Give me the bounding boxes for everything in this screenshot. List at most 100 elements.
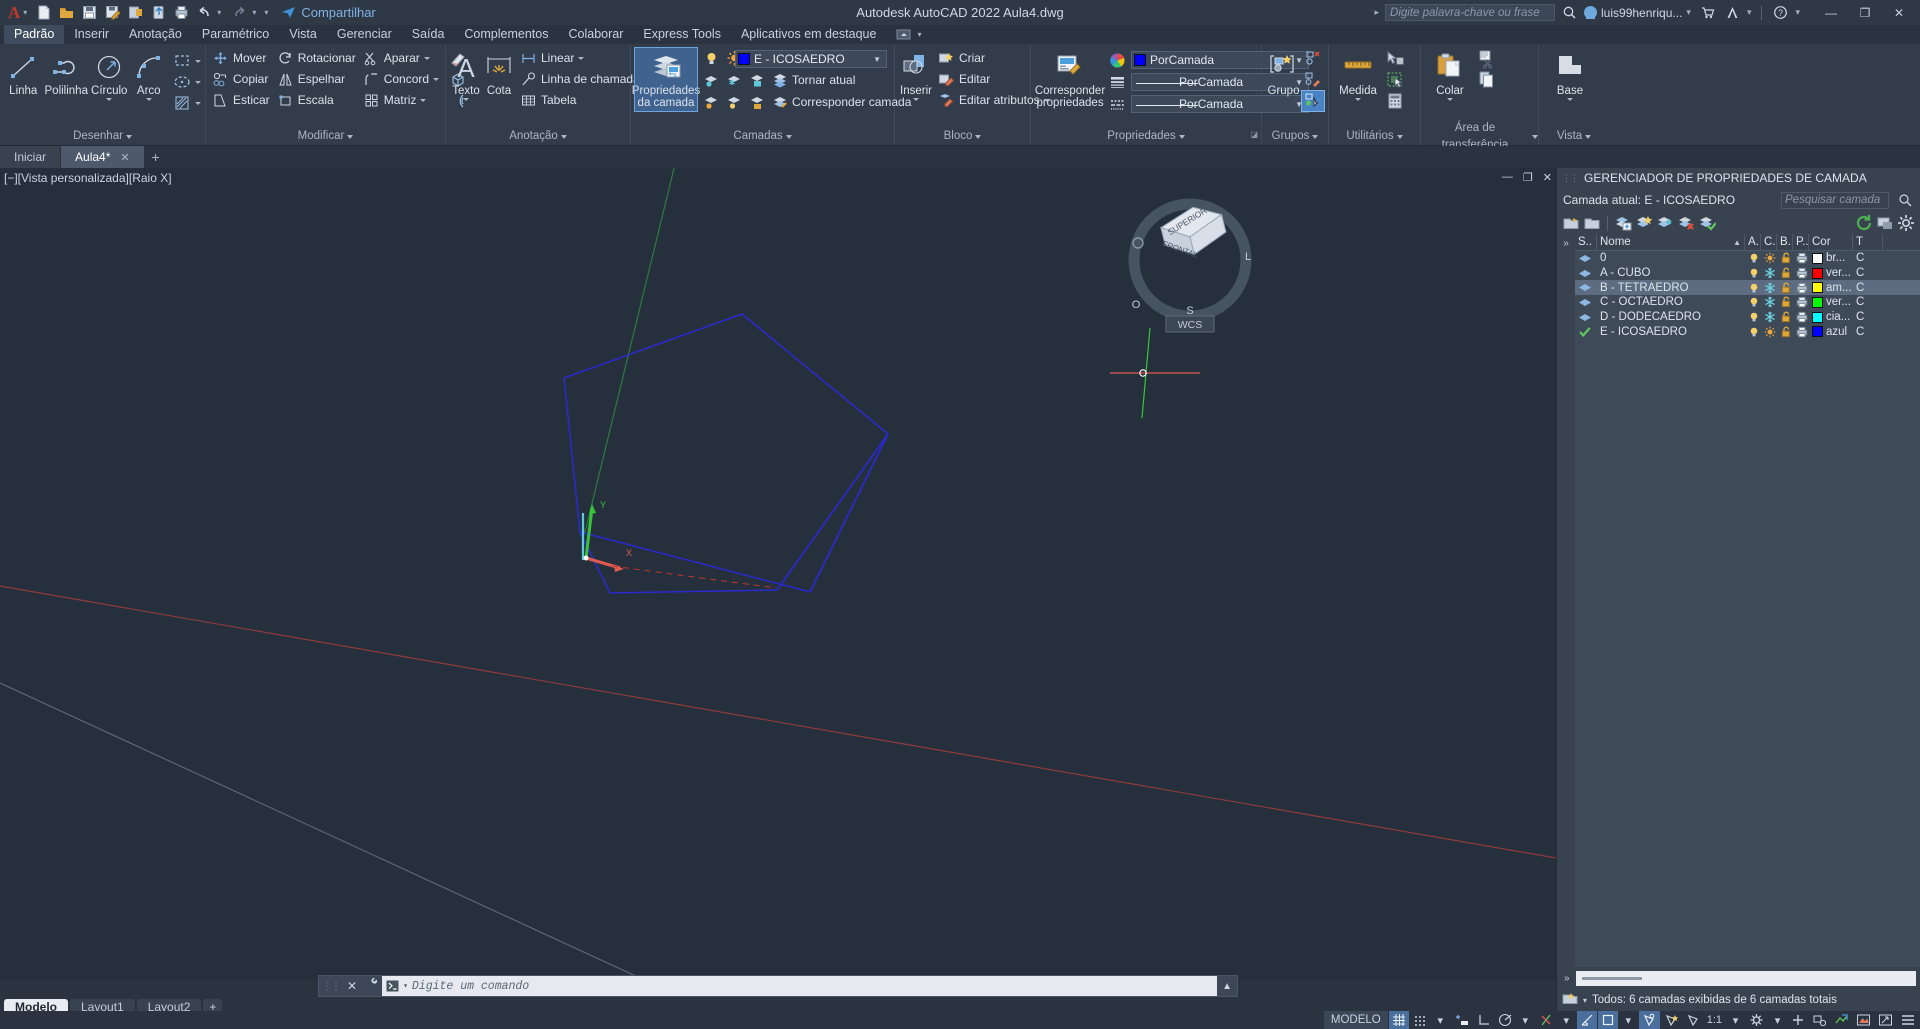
chevron-down-icon[interactable]: [1567, 98, 1573, 101]
chevron-down-icon[interactable]: ▾: [1686, 7, 1691, 18]
layer-freeze-icon[interactable]: [1761, 251, 1777, 266]
base-view-button[interactable]: Base: [1543, 48, 1597, 103]
copy-clip-icon[interactable]: [1476, 70, 1498, 90]
layer-plot-icon[interactable]: [1793, 324, 1809, 339]
layer-row[interactable]: E - ICOSAEDRO azul C: [1575, 324, 1920, 339]
layer-on-icon[interactable]: [1745, 295, 1761, 310]
application-menu-button[interactable]: A: [0, 3, 23, 23]
layer-linetype-cell[interactable]: C: [1853, 266, 1883, 281]
ribbon-tab-param-trico[interactable]: Paramétrico: [192, 25, 279, 44]
chevron-down-icon[interactable]: [420, 98, 427, 102]
redo-caret-icon[interactable]: ▾: [252, 8, 256, 17]
open-from-web-icon[interactable]: [148, 2, 169, 23]
layer-plot-icon[interactable]: [1793, 295, 1809, 310]
hatch-icon[interactable]: [171, 93, 193, 113]
calculator-icon[interactable]: [1384, 91, 1406, 111]
refresh-button[interactable]: [1854, 214, 1873, 233]
clean-screen-icon[interactable]: [1831, 1011, 1852, 1029]
layer-row[interactable]: D - DODECAEDRO cia... C: [1575, 310, 1920, 325]
rotate-button[interactable]: Rotacionar: [275, 48, 360, 68]
app-menu-caret-icon[interactable]: ▾: [23, 8, 27, 17]
undo-caret-icon[interactable]: ▾: [217, 8, 221, 17]
osnap-toggle[interactable]: [1536, 1011, 1556, 1029]
command-expand-icon[interactable]: ▲: [1217, 981, 1237, 992]
ribbon-tab-anota-o[interactable]: Anotação: [119, 25, 192, 44]
panel-title-desenhar[interactable]: Desenhar: [0, 128, 205, 145]
insert-block-button[interactable]: Inserir: [899, 48, 933, 103]
layer-freeze-icon[interactable]: [723, 70, 745, 90]
horizontal-scrollbar[interactable]: [1575, 970, 1916, 986]
dimension-button[interactable]: Cota: [483, 48, 515, 99]
command-history-caret-icon[interactable]: ▾: [403, 981, 408, 991]
collapse-filter-tree-icon[interactable]: »: [1561, 973, 1573, 984]
chevron-down-icon[interactable]: [194, 101, 201, 105]
chevron-down-icon[interactable]: [1532, 134, 1538, 139]
group-button[interactable]: Grupo: [1266, 48, 1301, 99]
ribbon-tab-complementos[interactable]: Complementos: [454, 25, 558, 44]
rectangle-icon[interactable]: [171, 51, 193, 71]
layer-name[interactable]: B - TETRAEDRO: [1597, 280, 1745, 295]
customization-menu-icon[interactable]: [1897, 1011, 1918, 1029]
help-icon[interactable]: ?: [1770, 2, 1791, 23]
annotation-scale[interactable]: 1:1: [1704, 1011, 1725, 1029]
new-group-filter-button[interactable]: [1583, 214, 1602, 233]
layer-lock-icon[interactable]: [1777, 310, 1793, 325]
measure-button[interactable]: Medida: [1333, 48, 1383, 103]
units-icon[interactable]: [1853, 1011, 1874, 1029]
layer-freeze-icon[interactable]: [1761, 266, 1777, 281]
ribbon-tab-vista[interactable]: Vista: [279, 25, 327, 44]
infer-constraints-toggle[interactable]: [1451, 1011, 1473, 1029]
share-button[interactable]: Compartilhar: [281, 5, 376, 20]
ribbon-tab-gerenciar[interactable]: Gerenciar: [327, 25, 402, 44]
chevron-down-icon[interactable]: [1312, 134, 1319, 139]
command-input[interactable]: ▾ Digite um comando: [382, 976, 1218, 996]
chevron-down-icon[interactable]: [785, 134, 792, 139]
layer-off-icon[interactable]: [700, 92, 722, 112]
layer-linetype-cell[interactable]: C: [1853, 295, 1883, 310]
circle-button[interactable]: Círculo: [90, 48, 129, 103]
panel-title-clipboard[interactable]: Área de transferência: [1421, 122, 1538, 151]
move-button[interactable]: Mover: [210, 48, 274, 68]
view-cube[interactable]: O L S SUPERIOR FRONTAL WCS: [1108, 188, 1268, 368]
selection-cycling-toggle[interactable]: [1661, 1011, 1682, 1029]
layer-lock-icon[interactable]: [1777, 280, 1793, 295]
dyn-ucs-toggle[interactable]: [1638, 1011, 1660, 1029]
annotation-visibility-toggle[interactable]: [1683, 1011, 1703, 1029]
layer-status-icon[interactable]: [1575, 324, 1597, 339]
chevron-down-icon[interactable]: [975, 134, 982, 139]
panel-title-utilitarios[interactable]: Utilitários: [1329, 128, 1420, 145]
ribbon-display-options[interactable]: ▾: [894, 28, 921, 41]
qat-customize-icon[interactable]: ▾: [264, 8, 268, 17]
layer-name[interactable]: D - DODECAEDRO: [1597, 310, 1745, 325]
quick-select-icon[interactable]: [1384, 49, 1406, 69]
filter-tree-collapsed[interactable]: »: [1557, 234, 1575, 967]
undo-icon[interactable]: [194, 2, 215, 23]
layer-lock-icon[interactable]: [1777, 295, 1793, 310]
new-property-filter-button[interactable]: [1562, 214, 1581, 233]
layer-row[interactable]: A - CUBO ver... C: [1575, 266, 1920, 281]
polar-dropdown[interactable]: ▾: [1516, 1011, 1535, 1029]
save-to-web-icon[interactable]: [125, 2, 146, 23]
close-icon[interactable]: ✕: [120, 151, 129, 164]
minimize-button[interactable]: —: [1814, 0, 1848, 25]
close-button[interactable]: ✕: [1882, 0, 1916, 25]
layer-plot-icon[interactable]: [1793, 280, 1809, 295]
panel-dialog-launcher[interactable]: ◪: [1250, 126, 1258, 143]
help-search-input[interactable]: Digite palavra-chave ou frase: [1385, 4, 1556, 21]
snap-dropdown[interactable]: ▾: [1431, 1011, 1450, 1029]
ucs-dropdown[interactable]: ▾: [1619, 1011, 1638, 1029]
linewidth-icon[interactable]: [1106, 72, 1128, 92]
layer-freeze-icon[interactable]: [1761, 295, 1777, 310]
ribbon-tab-aplicativos-em-destaque[interactable]: Aplicativos em destaque: [731, 25, 887, 44]
layer-properties-button[interactable]: Propriedades da camada: [632, 47, 700, 112]
layer-plot-icon[interactable]: [1793, 251, 1809, 266]
lpm-settings-button[interactable]: [1896, 214, 1915, 233]
ungroup-icon[interactable]: [1302, 49, 1324, 69]
column-header-3[interactable]: C.: [1761, 234, 1777, 251]
snap-mode-toggle[interactable]: [1410, 1011, 1430, 1029]
account-menu[interactable]: luis99henriqu... ▾: [1584, 6, 1693, 20]
search-expand-icon[interactable]: ▸: [1374, 7, 1379, 18]
color-wheel-icon[interactable]: [1106, 50, 1128, 70]
layer-linetype-cell[interactable]: C: [1853, 280, 1883, 295]
lpm-title-bar[interactable]: ⋮⋮ GERENCIADOR DE PROPRIEDADES DE CAMADA: [1557, 168, 1920, 188]
